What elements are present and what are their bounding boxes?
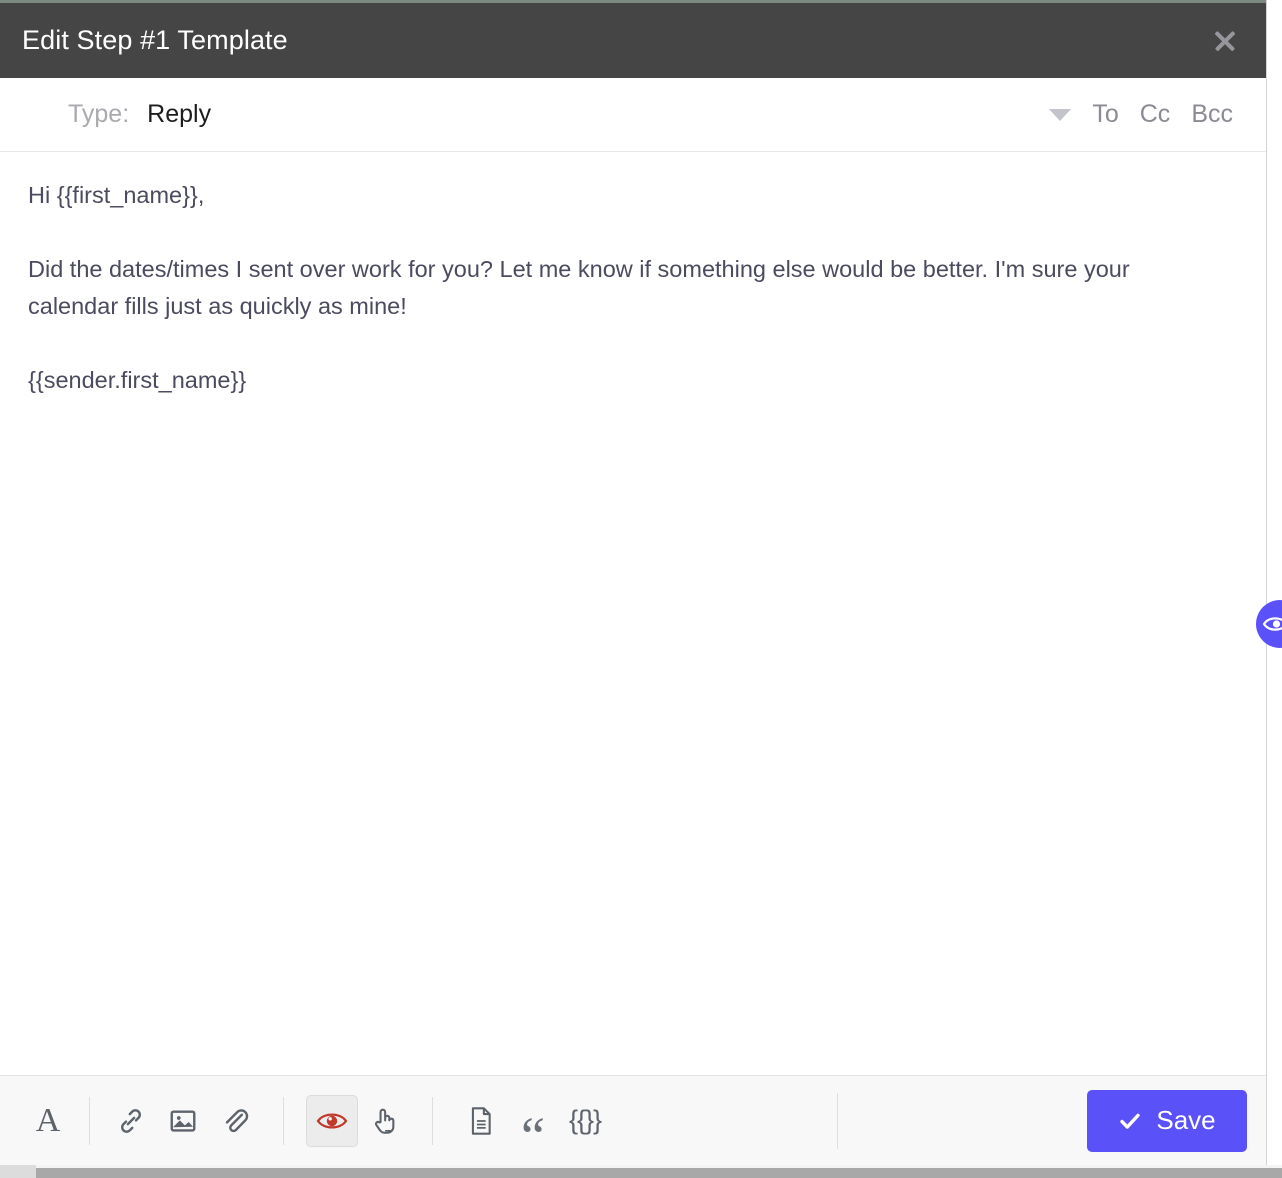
quote-glyph: “ xyxy=(521,1109,545,1163)
vertical-scrollbar[interactable] xyxy=(1266,0,1282,1165)
quote-icon[interactable]: “ xyxy=(507,1095,559,1147)
body-paragraph-signature: {{sender.first_name}} xyxy=(28,362,1213,399)
editor-toolbar: A xyxy=(0,1075,1266,1165)
toolbar-divider xyxy=(283,1097,284,1145)
pointing-hand-icon[interactable] xyxy=(358,1095,410,1147)
toolbar-divider xyxy=(89,1097,90,1145)
toolbar-group-snippets: “ {{}} xyxy=(455,1095,611,1147)
eye-icon xyxy=(1263,614,1282,634)
type-value-selector[interactable]: Reply xyxy=(147,100,211,129)
save-button-label: Save xyxy=(1156,1105,1215,1136)
toolbar-divider xyxy=(837,1093,838,1149)
chevron-down-icon[interactable] xyxy=(1049,109,1071,121)
recipient-controls: To Cc Bcc xyxy=(1049,100,1233,129)
eye-preview-icon[interactable] xyxy=(306,1095,358,1147)
close-icon[interactable] xyxy=(1208,24,1242,58)
recipient-cc-button[interactable]: Cc xyxy=(1140,100,1171,129)
horizontal-scrollbar[interactable] xyxy=(0,1165,1282,1178)
toolbar-group-preview xyxy=(306,1095,410,1147)
toolbar-group-format: A xyxy=(22,1095,74,1147)
type-label: Type: xyxy=(68,100,129,129)
document-template-icon[interactable] xyxy=(455,1095,507,1147)
font-format-icon[interactable]: A xyxy=(22,1095,74,1147)
toolbar-group-insert xyxy=(105,1095,261,1147)
vertical-scrollbar-thumb[interactable] xyxy=(1270,0,1280,1165)
attachment-icon[interactable] xyxy=(209,1095,261,1147)
email-body-editor[interactable]: Hi {{first_name}}, Did the dates/times I… xyxy=(0,153,1266,1074)
scrollbar-corner xyxy=(0,1165,36,1178)
modal-title: Edit Step #1 Template xyxy=(22,25,288,56)
check-icon xyxy=(1118,1109,1142,1133)
type-row: Type: Reply To Cc Bcc xyxy=(0,78,1266,152)
merge-field-icon[interactable]: {{}} xyxy=(559,1095,611,1147)
font-format-glyph: A xyxy=(36,1104,61,1138)
merge-field-glyph: {{}} xyxy=(569,1107,601,1134)
modal-titlebar: Edit Step #1 Template xyxy=(0,3,1266,78)
image-icon[interactable] xyxy=(157,1095,209,1147)
recipient-bcc-button[interactable]: Bcc xyxy=(1191,100,1233,129)
recipient-to-button[interactable]: To xyxy=(1092,100,1118,129)
body-paragraph-greeting: Hi {{first_name}}, xyxy=(28,177,1213,214)
horizontal-scrollbar-thumb[interactable] xyxy=(0,1168,1282,1178)
edit-template-modal: Edit Step #1 Template Type: Reply To Cc … xyxy=(0,0,1282,1178)
link-icon[interactable] xyxy=(105,1095,157,1147)
body-paragraph-main: Did the dates/times I sent over work for… xyxy=(28,251,1213,325)
save-button[interactable]: Save xyxy=(1087,1090,1247,1152)
toolbar-divider xyxy=(432,1097,433,1145)
